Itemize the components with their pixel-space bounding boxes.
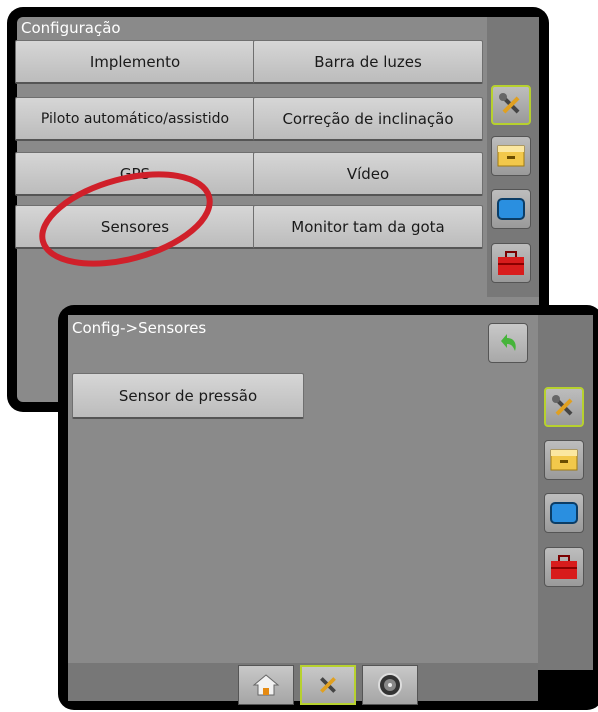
barra-de-luzes-button[interactable]: Barra de luzes — [253, 40, 483, 84]
monitor-tam-gota-button[interactable]: Monitor tam da gota — [253, 205, 483, 249]
back-screen-title: Configuração — [21, 19, 121, 37]
piloto-automatico-button[interactable]: Piloto automático/assistido — [15, 97, 255, 141]
back-button[interactable] — [488, 323, 528, 363]
front-screen-title: Config->Sensores — [72, 319, 207, 337]
front-screen-panel — [68, 315, 538, 670]
toolbox-icon[interactable] — [491, 243, 531, 283]
video-button[interactable]: Vídeo — [253, 152, 483, 196]
highlight-circle — [39, 171, 213, 267]
tools-icon[interactable] — [544, 387, 584, 427]
toolbox-icon[interactable] — [544, 547, 584, 587]
storage-icon[interactable] — [491, 136, 531, 176]
correcao-inclinacao-button[interactable]: Correção de inclinação — [253, 97, 483, 141]
implemento-button[interactable]: Implemento — [15, 40, 255, 84]
display-icon[interactable] — [491, 189, 531, 229]
display-icon[interactable] — [544, 493, 584, 533]
gauge-icon[interactable] — [362, 665, 418, 705]
tools-nav-icon[interactable] — [300, 665, 356, 705]
back-arrow-icon — [501, 334, 516, 351]
front-screen: Config->Sensores Sensor de pressão — [58, 305, 598, 710]
storage-icon[interactable] — [544, 440, 584, 480]
sensor-de-pressao-button[interactable]: Sensor de pressão — [72, 373, 304, 419]
tools-icon[interactable] — [491, 85, 531, 125]
home-icon[interactable] — [238, 665, 294, 705]
